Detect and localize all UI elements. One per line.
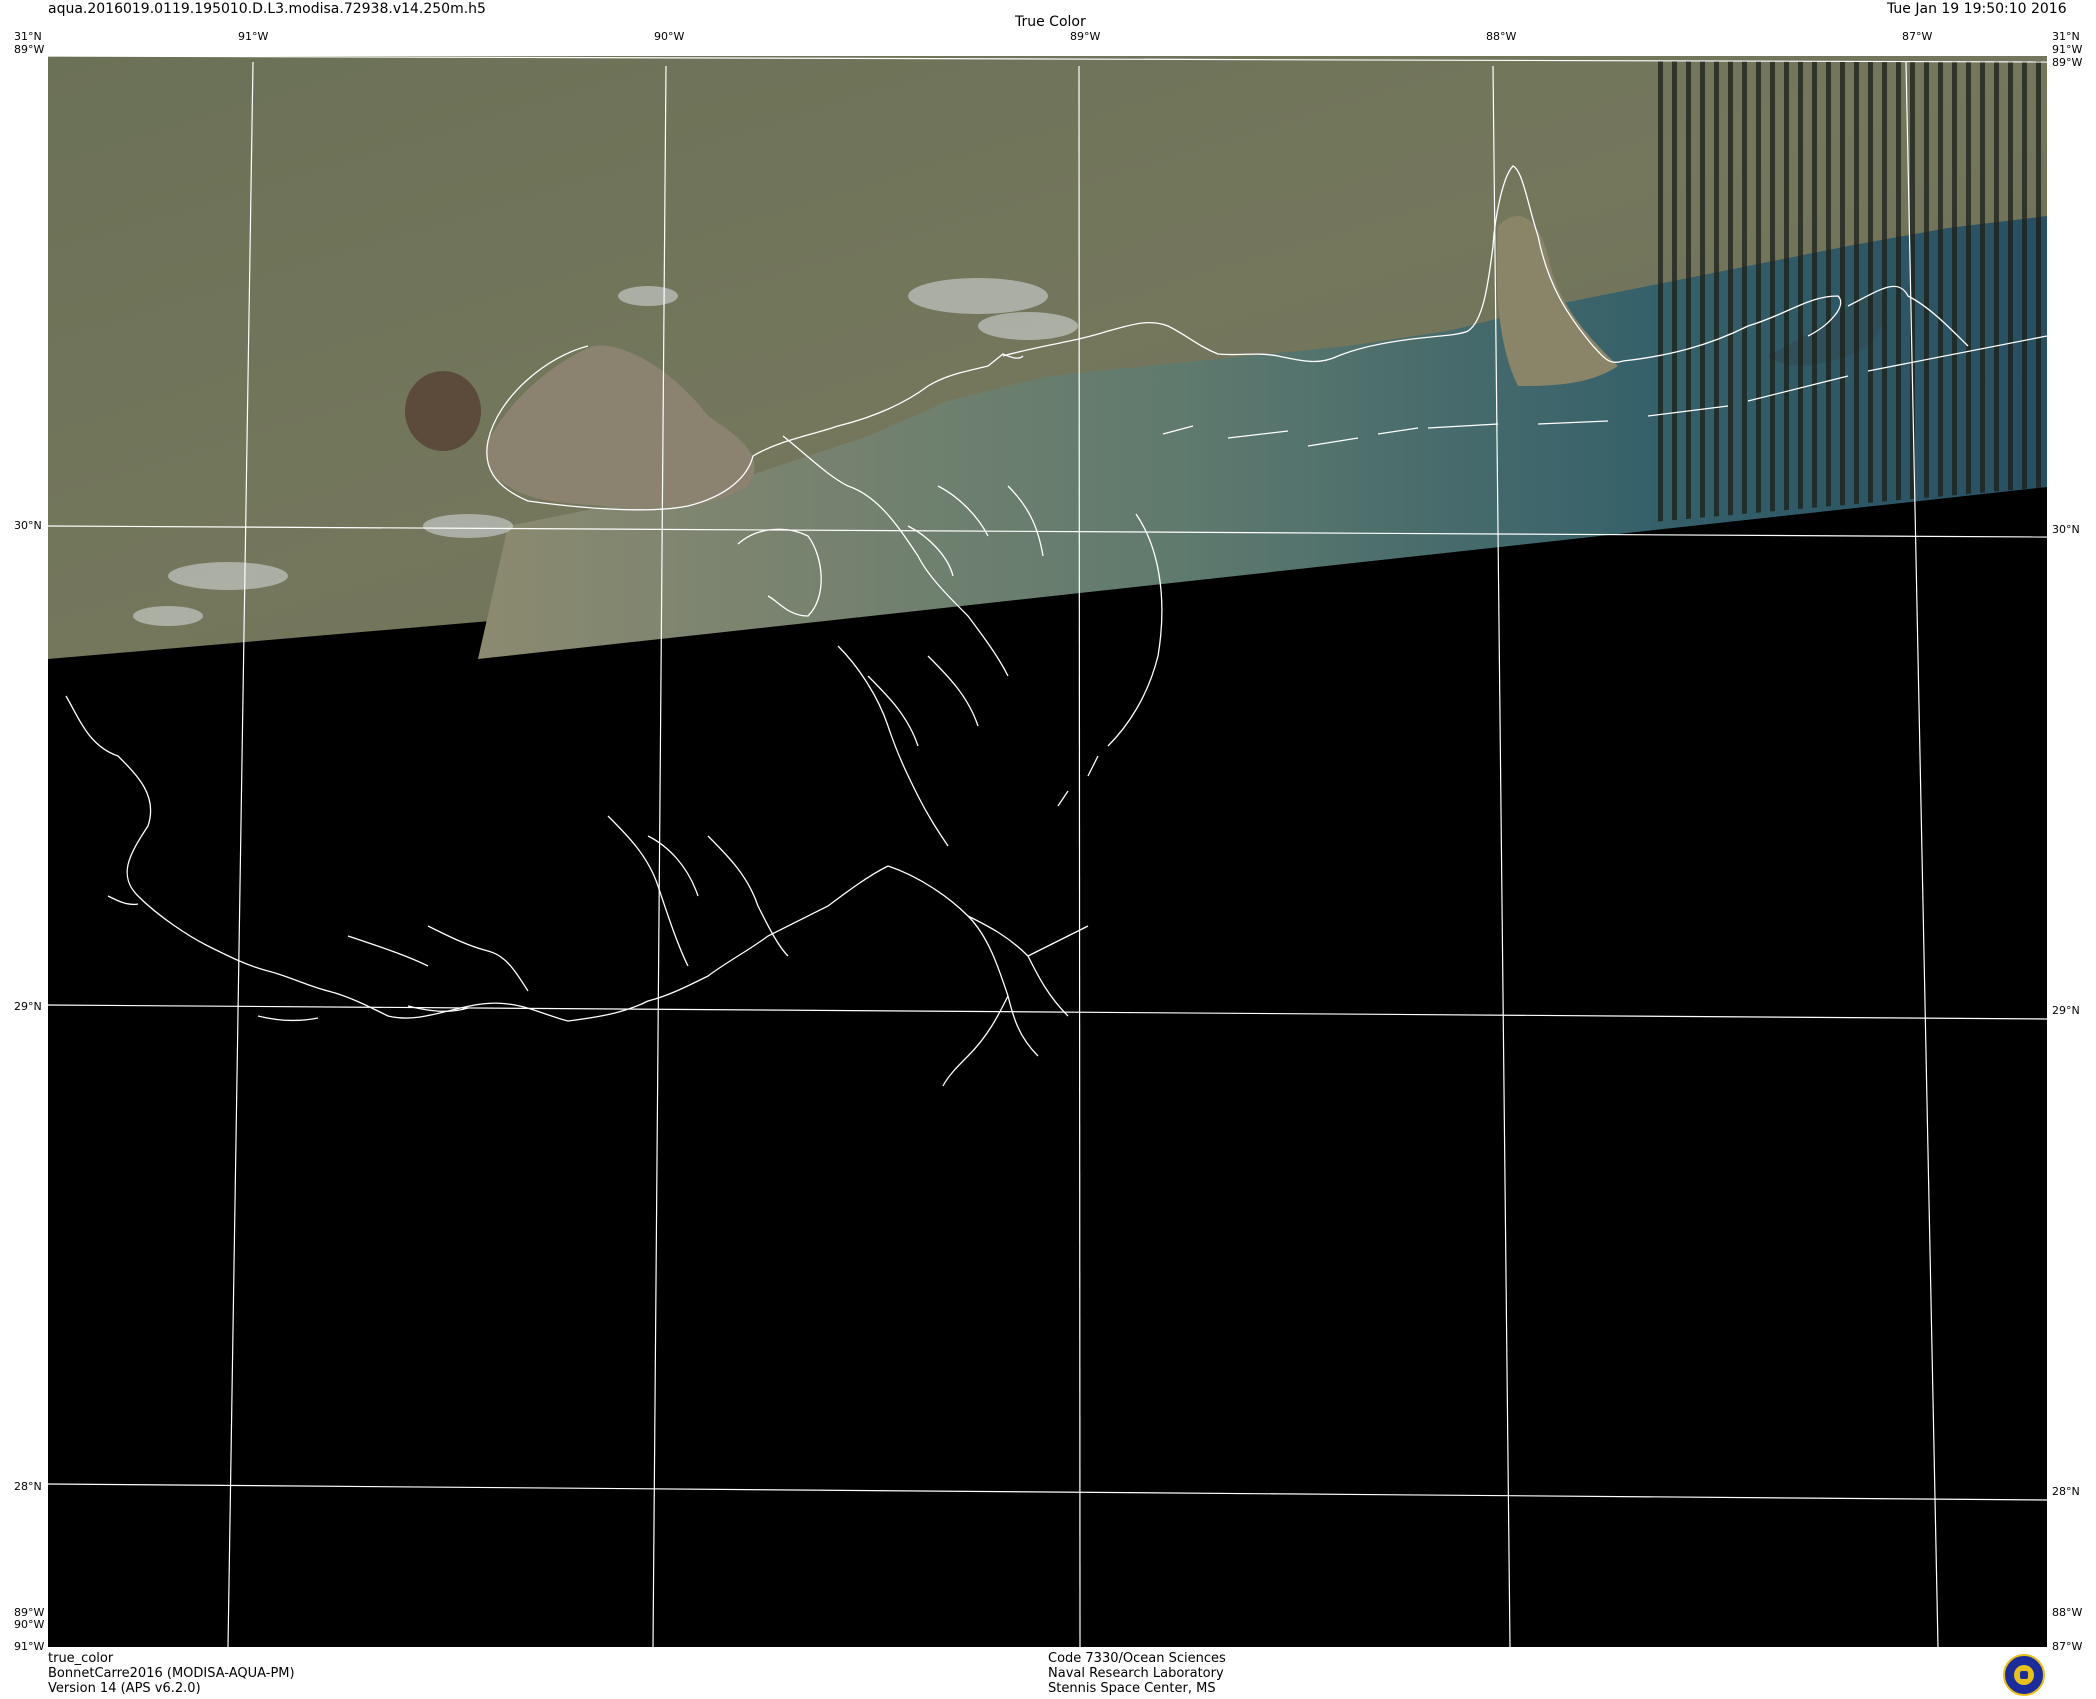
nrl-seal-icon <box>2003 1654 2045 1696</box>
footer-org-code: Code 7330/Ocean Sciences <box>1048 1651 1226 1666</box>
footer-org-location: Stennis Space Center, MS <box>1048 1681 1216 1696</box>
satellite-map[interactable] <box>48 56 2047 1647</box>
filename-label: aqua.2016019.0119.195010.D.L3.modisa.729… <box>48 1 486 17</box>
corner-bottom-left-lon-b: 90°W <box>14 1618 45 1631</box>
top-lon-label-88: 88°W <box>1486 30 1517 43</box>
footer-version: Version 14 (APS v6.2.0) <box>48 1681 201 1696</box>
right-lat-label-29: 29°N <box>2052 1004 2080 1017</box>
left-lat-label-29: 29°N <box>14 1000 42 1013</box>
product-title: True Color <box>1015 14 1086 30</box>
inland-lake <box>405 371 481 451</box>
left-lat-label-28: 28°N <box>14 1480 42 1493</box>
left-lat-label-30: 30°N <box>14 519 42 532</box>
corner-top-right-lon-b: 89°W <box>2052 56 2083 69</box>
corner-bottom-right-lon-a: 88°W <box>2052 1606 2083 1619</box>
right-lat-label-30: 30°N <box>2052 523 2080 536</box>
corner-top-right-lat: 31°N <box>2052 30 2080 43</box>
top-lon-label-87: 87°W <box>1902 30 1933 43</box>
footer-org-name: Naval Research Laboratory <box>1048 1666 1224 1681</box>
timestamp-label: Tue Jan 19 19:50:10 2016 <box>1887 1 2067 17</box>
corner-top-left-lat: 31°N <box>14 30 42 43</box>
top-lon-label-91: 91°W <box>238 30 269 43</box>
top-lon-label-89: 89°W <box>1070 30 1101 43</box>
corner-top-right-lon-a: 91°W <box>2052 43 2083 56</box>
corner-bottom-right-lon-b: 87°W <box>2052 1640 2083 1653</box>
footer-product-name: true_color <box>48 1651 114 1666</box>
map-canvas <box>48 56 2047 1647</box>
striped-swath-artifact <box>1653 61 2047 522</box>
right-lat-label-28: 28°N <box>2052 1485 2080 1498</box>
corner-top-left-lon: 89°W <box>14 43 45 56</box>
corner-bottom-left-lon-c: 91°W <box>14 1640 45 1653</box>
top-lon-label-90: 90°W <box>654 30 685 43</box>
footer-project-name: BonnetCarre2016 (MODISA-AQUA-PM) <box>48 1666 295 1681</box>
